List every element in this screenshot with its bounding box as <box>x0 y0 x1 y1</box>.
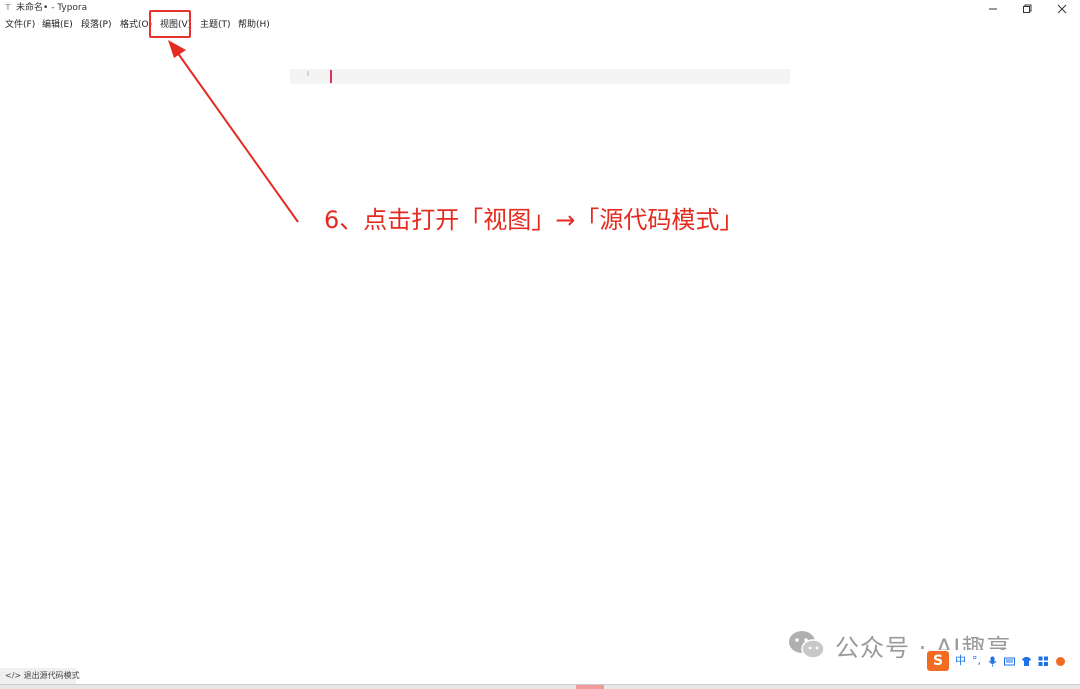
taskbar-accent <box>576 685 604 689</box>
close-button[interactable] <box>1045 0 1079 17</box>
restore-icon <box>1023 4 1032 13</box>
menu-edit[interactable]: 编辑(E) <box>42 18 73 32</box>
wechat-logo-icon <box>789 631 825 659</box>
restore-button[interactable] <box>1010 0 1044 17</box>
ime-punctuation-toggle[interactable]: °, <box>972 651 981 671</box>
editor-current-line[interactable]: I <box>290 69 790 84</box>
skin-shirt-icon[interactable] <box>1021 656 1032 667</box>
typora-app-icon: T <box>5 3 11 12</box>
annotation-arrow <box>168 40 299 223</box>
menu-file[interactable]: 文件(F) <box>5 18 35 32</box>
text-cursor-gutter-icon: I <box>307 70 310 78</box>
view-menu-highlight-box <box>149 10 191 38</box>
ime-language-toggle[interactable]: 中 <box>955 651 966 671</box>
minimize-button[interactable] <box>976 0 1010 17</box>
status-bar: </> 退出源代码模式 <box>0 668 80 684</box>
sogou-logo-icon[interactable]: S <box>927 651 949 671</box>
menu-paragraph[interactable]: 段落(P) <box>81 18 111 32</box>
close-icon <box>1057 4 1067 13</box>
window-title: 未命名• - Typora <box>16 3 88 13</box>
text-caret <box>330 70 332 83</box>
sogou-extra-icon[interactable] <box>1055 656 1066 667</box>
keyboard-icon[interactable] <box>1004 656 1015 667</box>
ime-toolbar: S 中 °, <box>927 650 1080 672</box>
apps-grid-icon[interactable] <box>1038 656 1049 667</box>
microphone-icon[interactable] <box>987 656 998 667</box>
exit-source-mode-button[interactable]: </> 退出源代码模式 <box>5 670 80 682</box>
taskbar-edge <box>0 684 1080 689</box>
annotation-instruction: 6、点击打开「视图」→「源代码模式」 <box>324 206 744 234</box>
menu-format[interactable]: 格式(O) <box>120 18 152 32</box>
minimize-icon <box>989 8 997 9</box>
menu-theme[interactable]: 主题(T) <box>200 18 231 32</box>
menu-help[interactable]: 帮助(H) <box>238 18 270 32</box>
